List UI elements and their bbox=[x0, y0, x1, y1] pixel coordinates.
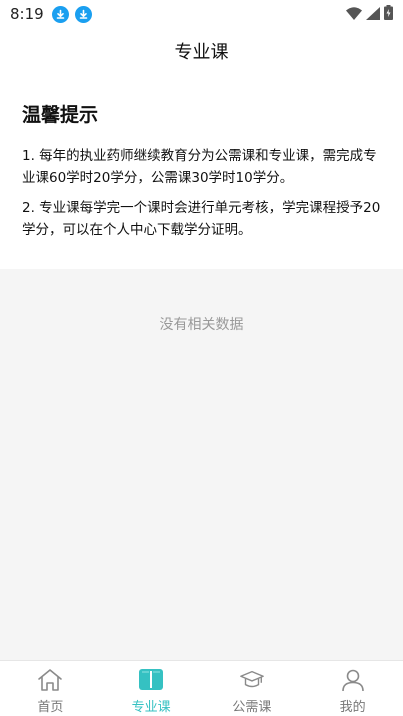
download-notification-icon bbox=[51, 5, 69, 23]
tab-public-course-label: 公需课 bbox=[232, 700, 272, 715]
status-time: 8:19 bbox=[10, 5, 44, 23]
tab-mine-label: 我的 bbox=[339, 700, 366, 715]
tab-home-label: 首页 bbox=[37, 700, 64, 715]
battery-icon bbox=[384, 4, 393, 24]
notice-item: 2. 专业课每学完一个课时会进行单元考核，学完课程授予20学分，可以在个人中心下… bbox=[22, 200, 381, 238]
user-icon bbox=[340, 667, 366, 693]
page-header: 专业课 bbox=[0, 28, 403, 74]
tab-professional-course[interactable]: 专业课 bbox=[101, 661, 202, 716]
tab-public-course[interactable]: 公需课 bbox=[202, 661, 303, 716]
page-title: 专业课 bbox=[174, 42, 229, 63]
signal-icon bbox=[366, 5, 380, 24]
notice-card: 温馨提示 1. 每年的执业药师继续教育分为公需课和专业课，需完成专业课60学时2… bbox=[0, 74, 403, 269]
tab-mine[interactable]: 我的 bbox=[302, 661, 403, 716]
notice-item: 1. 每年的执业药师继续教育分为公需课和专业课，需完成专业课60学时20学分，公… bbox=[22, 148, 377, 186]
book-icon bbox=[138, 667, 164, 693]
status-bar: 8:19 bbox=[0, 0, 403, 28]
empty-state-text: 没有相关数据 bbox=[159, 317, 244, 333]
graduation-cap-icon bbox=[239, 667, 265, 693]
download-notification-icon bbox=[74, 5, 92, 23]
tab-professional-course-label: 专业课 bbox=[131, 700, 171, 715]
bottom-tab-bar: 首页 专业课 公需课 我的 bbox=[0, 660, 403, 716]
home-icon bbox=[37, 667, 63, 693]
tab-home[interactable]: 首页 bbox=[0, 661, 101, 716]
notice-title: 温馨提示 bbox=[22, 104, 99, 126]
course-list-empty: 没有相关数据 bbox=[0, 269, 403, 660]
wifi-icon bbox=[346, 5, 362, 24]
